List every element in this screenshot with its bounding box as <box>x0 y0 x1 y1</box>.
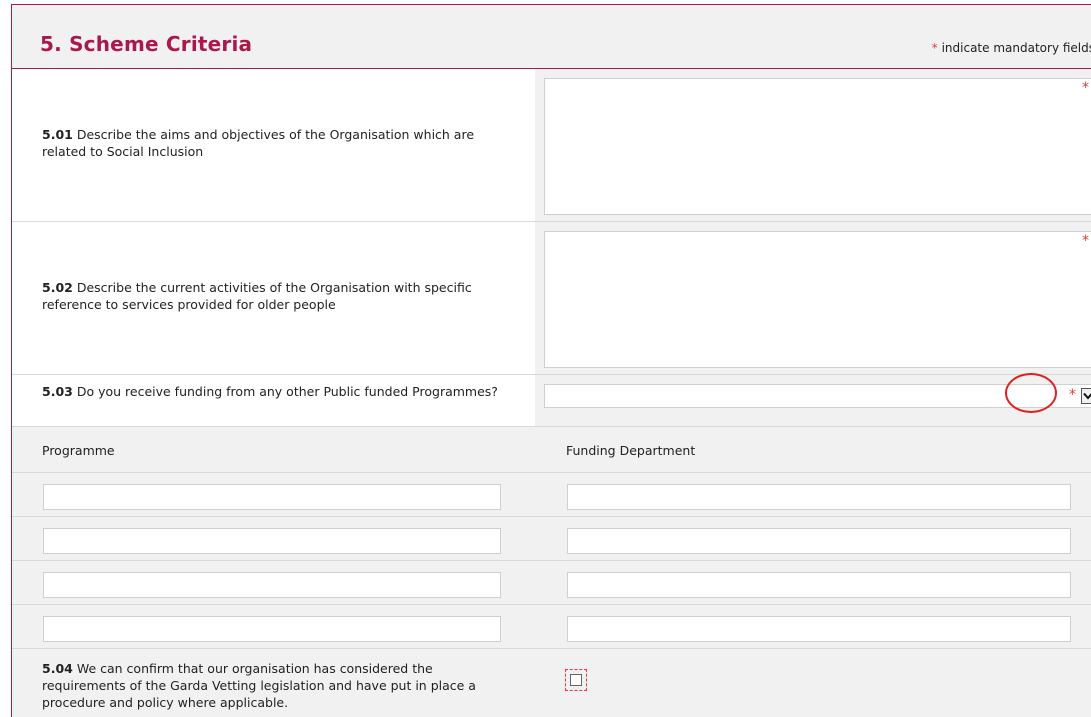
required-star: * <box>1082 80 1089 96</box>
question-5-03-text: 5.03 Do you receive funding from any oth… <box>42 383 512 400</box>
funding-department-input[interactable] <box>567 484 1071 510</box>
question-label-cell: 5.02 Describe the current activities of … <box>12 222 535 374</box>
current-activities-textarea[interactable]: * <box>544 231 1091 368</box>
section-title: 5. Scheme Criteria <box>40 32 253 56</box>
question-text: Do you receive funding from any other Pu… <box>76 384 498 399</box>
section-header: 5. Scheme Criteria * indicate mandatory … <box>12 5 1091 69</box>
question-number: 5.03 <box>42 384 73 399</box>
table-row <box>12 473 1091 517</box>
table-row <box>12 561 1091 605</box>
programme-input[interactable] <box>43 572 501 598</box>
answer-cell: * <box>535 69 1091 221</box>
required-star: * <box>1069 387 1076 403</box>
question-text: Describe the current activities of the O… <box>42 280 472 312</box>
question-row-5-01: 5.01 Describe the aims and objectives of… <box>12 69 1091 222</box>
answer-cell <box>535 649 1091 717</box>
question-label-cell: 5.04 We can confirm that our organisatio… <box>12 649 535 717</box>
garda-vetting-checkbox[interactable] <box>570 674 582 686</box>
question-5-02-text: 5.02 Describe the current activities of … <box>42 279 512 313</box>
question-row-5-02: 5.02 Describe the current activities of … <box>12 222 1091 375</box>
table-cell <box>12 561 535 604</box>
answer-cell: * <box>535 375 1091 426</box>
table-row <box>12 605 1091 649</box>
mandatory-note-text: indicate mandatory fields <box>941 41 1091 55</box>
funding-department-input[interactable] <box>567 528 1071 554</box>
funding-department-input[interactable] <box>567 572 1071 598</box>
question-number: 5.04 <box>42 661 73 676</box>
programme-input[interactable] <box>43 484 501 510</box>
question-label-cell: 5.01 Describe the aims and objectives of… <box>12 69 535 221</box>
mandatory-note: * indicate mandatory fields <box>932 41 1091 55</box>
answer-cell: * <box>535 222 1091 374</box>
question-number: 5.02 <box>42 280 73 295</box>
programme-column-header: Programme <box>42 443 115 458</box>
question-text: Describe the aims and objectives of the … <box>42 127 475 159</box>
table-cell <box>535 561 1091 604</box>
funding-header-cell: Programme <box>12 427 535 472</box>
table-row <box>12 517 1091 561</box>
question-5-04-text: 5.04 We can confirm that our organisatio… <box>42 660 502 711</box>
funding-department-input[interactable] <box>567 616 1071 642</box>
question-number: 5.01 <box>42 127 73 142</box>
mandatory-star: * <box>931 41 938 55</box>
table-cell <box>12 517 535 560</box>
aims-objectives-textarea[interactable]: * <box>544 78 1091 215</box>
other-funding-select[interactable]: * <box>544 384 1091 408</box>
garda-vetting-checkbox-wrapper[interactable] <box>565 669 587 691</box>
programme-input[interactable] <box>43 616 501 642</box>
required-star: * <box>1082 233 1089 249</box>
table-cell <box>12 473 535 516</box>
funding-header-cell: Funding Department <box>535 427 1091 472</box>
funding-table-header: Programme Funding Department <box>12 427 1091 473</box>
table-cell <box>12 605 535 648</box>
scheme-criteria-section: 5. Scheme Criteria * indicate mandatory … <box>11 4 1091 717</box>
question-5-01-text: 5.01 Describe the aims and objectives of… <box>42 126 512 160</box>
chevron-down-icon[interactable] <box>1081 388 1091 404</box>
question-text: We can confirm that our organisation has… <box>42 661 476 710</box>
table-cell <box>535 473 1091 516</box>
programme-input[interactable] <box>43 528 501 554</box>
question-label-cell: 5.03 Do you receive funding from any oth… <box>12 375 535 426</box>
table-cell <box>535 517 1091 560</box>
funding-department-column-header: Funding Department <box>566 443 696 458</box>
question-row-5-03: 5.03 Do you receive funding from any oth… <box>12 375 1091 427</box>
question-row-5-04: 5.04 We can confirm that our organisatio… <box>12 649 1091 717</box>
table-cell <box>535 605 1091 648</box>
